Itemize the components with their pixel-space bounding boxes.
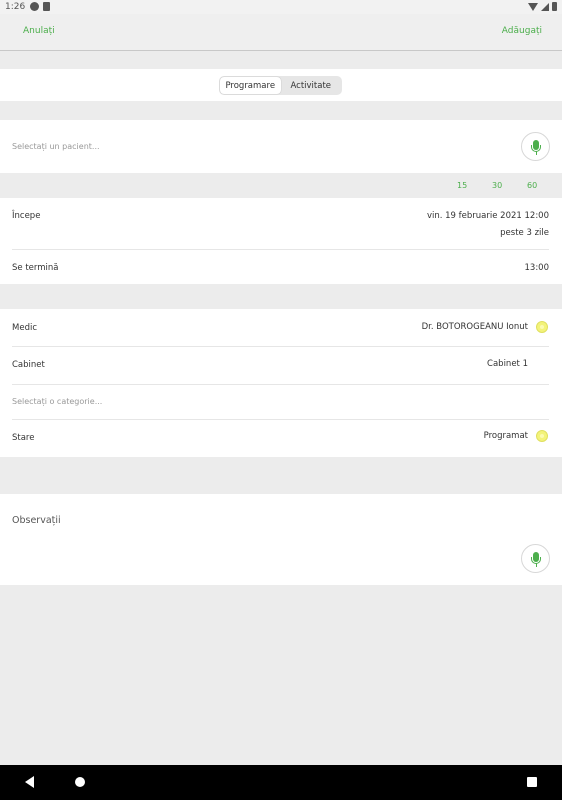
duration-60-button[interactable]: 60: [527, 181, 537, 190]
patient-select-field[interactable]: Selectați un pacient...: [12, 142, 100, 151]
nav-back-icon[interactable]: [25, 776, 34, 788]
end-time[interactable]: 13:00: [525, 263, 550, 273]
top-toolbar: Anulați Adăugați: [0, 14, 562, 51]
cabinet-label: Cabinet: [12, 360, 45, 370]
divider: [12, 346, 549, 347]
divider: [12, 249, 549, 250]
add-button[interactable]: Adăugați: [502, 26, 542, 36]
duration-15-button[interactable]: 15: [457, 181, 467, 190]
status-value[interactable]: Programat: [484, 431, 528, 441]
end-label: Se termină: [12, 263, 59, 273]
tab-programare[interactable]: Programare: [220, 77, 281, 94]
start-label: Începe: [12, 211, 41, 221]
sync-icon: [30, 2, 39, 11]
status-time: 1:26: [5, 2, 26, 12]
nav-home-icon[interactable]: [75, 777, 85, 787]
start-datetime[interactable]: vin. 19 februarie 2021 12:00: [427, 211, 549, 221]
doctor-value[interactable]: Dr. BOTOROGEANU Ionut: [422, 322, 528, 332]
battery-icon: [552, 2, 557, 11]
status-label: Stare: [12, 433, 35, 443]
cancel-button[interactable]: Anulați: [23, 26, 55, 36]
doctor-label: Medic: [12, 323, 37, 333]
status-ring-icon: [536, 430, 548, 442]
status-notification-icons: [30, 2, 50, 11]
sd-card-icon: [43, 2, 50, 11]
notes-microphone-button[interactable]: [521, 544, 550, 573]
dates-section: Începe vin. 19 februarie 2021 12:00 pest…: [0, 198, 562, 284]
patient-section: Selectați un pacient...: [0, 120, 562, 173]
category-select-field[interactable]: Selectați o categorie...: [12, 397, 102, 406]
cabinet-value[interactable]: Cabinet 1: [487, 359, 528, 369]
start-relative: peste 3 zile: [500, 228, 549, 238]
status-bar: 1:26: [0, 0, 562, 14]
patient-microphone-button[interactable]: [521, 132, 550, 161]
wifi-icon: [528, 2, 538, 11]
signal-icon: [541, 2, 549, 11]
details-section: Medic Dr. BOTOROGEANU Ionut Cabinet Cabi…: [0, 309, 562, 457]
status-ring-icon: [536, 321, 548, 333]
tab-activitate[interactable]: Activitate: [281, 77, 342, 94]
divider: [12, 384, 549, 385]
notes-section: Observații: [0, 494, 562, 585]
notes-field[interactable]: Observații: [12, 515, 61, 526]
duration-30-button[interactable]: 30: [492, 181, 502, 190]
segmented-control: Programare Activitate: [219, 76, 342, 95]
divider: [12, 419, 549, 420]
segment-section: Programare Activitate: [0, 69, 562, 101]
nav-recent-icon[interactable]: [527, 777, 537, 787]
system-nav-bar: [0, 765, 562, 800]
status-system-icons: [528, 2, 557, 11]
